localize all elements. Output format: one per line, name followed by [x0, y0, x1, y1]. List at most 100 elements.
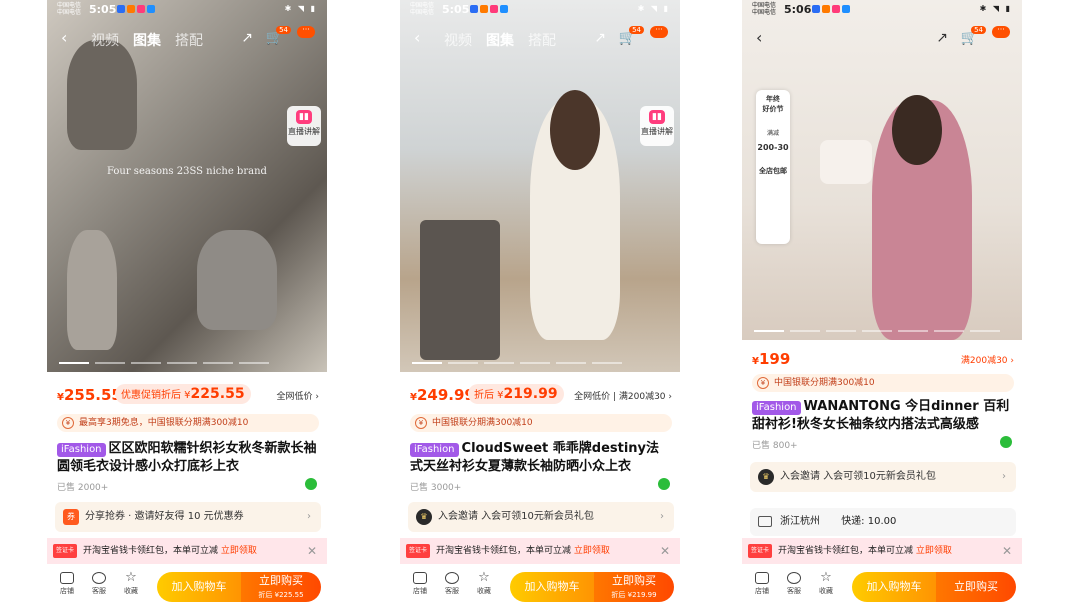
delivery-truck-icon [758, 516, 772, 527]
shop-button[interactable]: 店铺 [55, 572, 79, 596]
product-gallery-image[interactable]: Four seasons 23SS niche brand [47, 0, 327, 372]
ship-from: 浙江杭州 [780, 516, 820, 527]
shop-button[interactable]: 店铺 [750, 572, 774, 596]
shop-button[interactable]: 店铺 [408, 572, 432, 596]
model-photo [197, 230, 277, 330]
lowest-price-link[interactable]: 全网低价 | 满200减30 › [574, 389, 672, 402]
shop-icon [413, 572, 427, 584]
claim-link[interactable]: 立即领取 [574, 546, 610, 556]
back-icon[interactable]: ‹ [756, 28, 762, 47]
tab-video[interactable]: 视频 [444, 30, 472, 50]
tab-gallery[interactable]: 图集 [133, 30, 161, 50]
live-label: 直播讲解 [288, 127, 320, 136]
notification-icons [470, 5, 508, 13]
shop-icon [60, 572, 74, 584]
system-icons: ✱ ◥ ▮ [284, 4, 317, 13]
tab-gallery[interactable]: 图集 [486, 30, 514, 50]
model-photo [67, 40, 137, 150]
wechat-icon[interactable] [658, 478, 670, 490]
service-button[interactable]: 客服 [782, 572, 806, 596]
back-icon[interactable]: ‹ [61, 28, 67, 47]
service-button[interactable]: 客服 [440, 572, 464, 596]
favorite-button[interactable]: ☆ 收藏 [814, 571, 838, 596]
installment-icon: ¥ [62, 417, 74, 429]
buy-now-button[interactable]: 立即购买 折后 ¥225.55 [241, 572, 321, 602]
crown-icon: ♛ [758, 469, 774, 485]
tab-match[interactable]: 搭配 [528, 30, 556, 50]
cart-badge: 54 [629, 26, 644, 34]
member-invite-banner[interactable]: ♛ 入会邀请 入会可领10元新会员礼包 › [408, 502, 674, 532]
bottom-action-bar: 店铺 客服 ☆ 收藏 加入购物车 立即购买 折后 ¥225.55 [47, 568, 327, 608]
promo-tag: 满减 [766, 130, 779, 137]
image-caption: Four seasons 23SS niche brand [107, 166, 267, 177]
wechat-icon[interactable] [1000, 436, 1012, 448]
star-icon: ☆ [125, 570, 137, 585]
savings-card-icon: 签证卡 [406, 544, 431, 558]
promo-title: 年终 好价节 [762, 95, 784, 113]
add-to-cart-button[interactable]: 加入购物车 [157, 572, 241, 602]
system-icons: ✱ ◥ ▮ [979, 4, 1012, 13]
red-packet-banner[interactable]: 签证卡 开淘宝省钱卡领红包，本单可立减 立即领取 ✕ [400, 538, 680, 564]
buy-now-button[interactable]: 立即购买 折后 ¥219.99 [594, 572, 674, 602]
lowest-price-link[interactable]: 全网低价 › [277, 389, 319, 402]
ifashion-badge: iFashion [752, 401, 801, 415]
claim-link[interactable]: 立即领取 [221, 546, 257, 556]
installment-banner[interactable]: ¥ 中国银联分期满300减10 [410, 414, 672, 432]
wechat-icon[interactable] [305, 478, 317, 490]
table-photo [420, 220, 500, 360]
notification-icons [812, 5, 850, 13]
more-icon[interactable]: ··· [650, 26, 668, 38]
full-reduction-link[interactable]: 满200减30 › [961, 353, 1014, 366]
live-explain-button[interactable]: ▮▮ 直播讲解 [640, 106, 674, 146]
product-screen-3: 年终 好价节 满减 200-30 全店包邮 中国电信 中国电信 5:06 ✱ ◥ ▮… [742, 0, 1022, 608]
status-bar: 中国电信 中国电信 5:05 ✱ ◥ ▮ [47, 0, 327, 20]
product-screen-1: Four seasons 23SS niche brand 中国电信 中国电信 5… [47, 0, 327, 608]
red-packet-banner[interactable]: 签证卡 开淘宝省钱卡领红包，本单可立减 立即领取 ✕ [742, 538, 1022, 564]
installment-banner[interactable]: ¥ 中国银联分期满300减10 [752, 374, 1014, 392]
back-icon[interactable]: ‹ [414, 28, 420, 47]
price: ¥199 [752, 350, 791, 368]
price-row: ¥255.55 优惠促销折后 ¥225.55 全网低价 › [57, 384, 319, 406]
close-icon[interactable]: ✕ [307, 538, 317, 564]
red-packet-banner[interactable]: 签证卡 开淘宝省钱卡领红包，本单可立减 立即领取 ✕ [47, 538, 327, 564]
close-icon[interactable]: ✕ [660, 538, 670, 564]
more-icon[interactable]: ··· [992, 26, 1010, 38]
model-hair [892, 95, 942, 165]
sold-count: 已售 800+ [752, 441, 798, 451]
top-nav: ‹ 视频 图集 搭配 ↗ 🛒 54 ··· [47, 24, 327, 54]
product-screen-2: 中国电信 中国电信 5:05 ✱ ◥ ▮ ‹ 视频 图集 搭配 ↗ 🛒 54 ··… [400, 0, 680, 608]
favorite-button[interactable]: ☆ 收藏 [472, 571, 496, 596]
discount-badge: 折后 ¥219.99 [468, 384, 564, 404]
share-icon[interactable]: ↗ [936, 30, 948, 46]
carrier-label: 中国电信 中国电信 [57, 2, 82, 16]
notification-icons [117, 5, 155, 13]
top-nav: ‹ 视频 图集 搭配 ↗ 🛒 54 ··· [400, 24, 680, 54]
add-to-cart-button[interactable]: 加入购物车 [510, 572, 594, 602]
tab-video[interactable]: 视频 [91, 30, 119, 50]
claim-link[interactable]: 立即领取 [916, 546, 952, 556]
coupon-share-banner[interactable]: 券 分享抢券 · 邀请好友得 10 元优惠券 › [55, 502, 321, 532]
clock: 5:06 [784, 3, 812, 16]
status-bar: 中国电信 中国电信 5:06 ✱ ◥ ▮ [742, 0, 1022, 20]
product-gallery-image[interactable] [400, 0, 680, 372]
ifashion-badge: iFashion [57, 443, 106, 457]
share-icon[interactable]: ↗ [241, 30, 253, 46]
model-photo [67, 230, 117, 350]
sold-count: 已售 2000+ [57, 483, 109, 493]
promo-value: 200-30 [757, 143, 789, 152]
buy-now-button[interactable]: 立即购买 [936, 572, 1016, 602]
carrier-label: 中国电信 中国电信 [752, 2, 777, 16]
add-to-cart-button[interactable]: 加入购物车 [852, 572, 936, 602]
system-icons: ✱ ◥ ▮ [637, 4, 670, 13]
member-invite-banner[interactable]: ♛ 入会邀请 入会可领10元新会员礼包 › [750, 462, 1016, 492]
close-icon[interactable]: ✕ [1002, 538, 1012, 564]
promo-card[interactable]: 年终 好价节 满减 200-30 全店包邮 [756, 90, 790, 244]
share-icon[interactable]: ↗ [594, 30, 606, 46]
favorite-button[interactable]: ☆ 收藏 [119, 570, 143, 596]
shipping-row[interactable]: 浙江杭州 快递: 10.00 [750, 508, 1016, 536]
service-button[interactable]: 客服 [87, 572, 111, 596]
more-icon[interactable]: ··· [297, 26, 315, 38]
live-explain-button[interactable]: ▮▮ 直播讲解 [287, 106, 321, 146]
installment-banner[interactable]: ¥ 最高享3期免息，中国银联分期满300减10 [57, 414, 319, 432]
tab-match[interactable]: 搭配 [175, 30, 203, 50]
